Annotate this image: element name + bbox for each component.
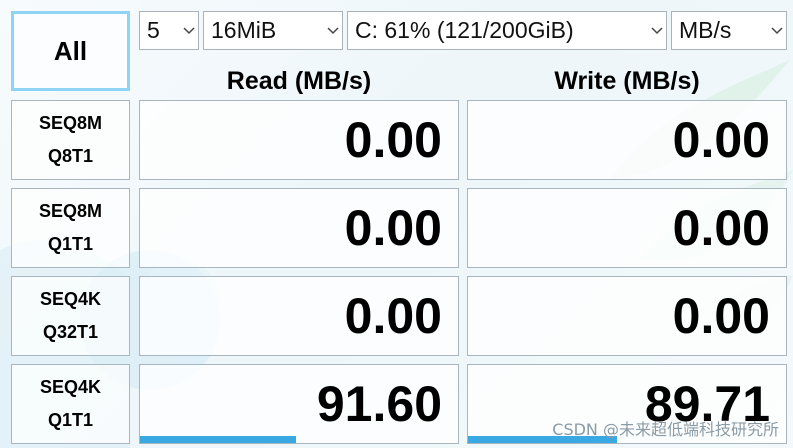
read-result-cell: 91.60 <box>139 364 459 444</box>
unit-value: MB/s <box>679 17 732 43</box>
write-result-value: 0.00 <box>672 200 770 256</box>
read-result-value: 0.00 <box>344 288 442 344</box>
read-result-cell: 0.00 <box>139 276 459 356</box>
test-label-line1: SEQ4K <box>39 377 102 397</box>
test-button-seq4k-q32t1[interactable]: SEQ4K Q32T1 <box>11 276 130 356</box>
write-result-cell: 0.00 <box>467 188 787 268</box>
write-result-value: 0.00 <box>672 288 770 344</box>
test-button-seq8m-q8t1[interactable]: SEQ8M Q8T1 <box>11 100 130 180</box>
test-label-line1: SEQ8M <box>38 201 103 221</box>
drive-value: C: 61% (121/200GiB) <box>355 17 574 43</box>
test-count-value: 5 <box>147 17 160 43</box>
write-result-value: 0.00 <box>672 112 770 168</box>
test-label-line2: Q8T1 <box>47 146 94 166</box>
chevron-down-icon <box>180 26 198 35</box>
test-button-seq8m-q1t1[interactable]: SEQ8M Q1T1 <box>11 188 130 268</box>
read-result-value: 91.60 <box>316 376 442 432</box>
test-label-line2: Q1T1 <box>47 234 94 254</box>
test-label-line2: Q32T1 <box>42 322 99 342</box>
chevron-down-icon <box>768 26 786 35</box>
write-result-cell: 0.00 <box>467 100 787 180</box>
write-result-cell: 0.00 <box>467 276 787 356</box>
write-header: Write (MB/s) <box>554 66 700 95</box>
test-count-select[interactable]: 5 <box>139 11 199 50</box>
chevron-down-icon <box>648 26 666 35</box>
read-result-cell: 0.00 <box>139 100 459 180</box>
read-result-cell: 0.00 <box>139 188 459 268</box>
test-label-line1: SEQ8M <box>38 113 103 133</box>
drive-select[interactable]: C: 61% (121/200GiB) <box>347 11 667 50</box>
read-result-value: 0.00 <box>344 112 442 168</box>
read-progress-bar <box>140 436 296 443</box>
test-label-line1: SEQ4K <box>39 289 102 309</box>
all-button[interactable]: All <box>11 11 130 91</box>
read-header: Read (MB/s) <box>226 66 372 95</box>
test-size-select[interactable]: 16MiB <box>203 11 343 50</box>
read-result-value: 0.00 <box>344 200 442 256</box>
chevron-down-icon <box>324 26 342 35</box>
watermark-text: CSDN @未来超低端科技研究所 <box>552 420 779 439</box>
test-label-line2: Q1T1 <box>47 410 94 430</box>
test-size-value: 16MiB <box>211 17 277 43</box>
unit-select[interactable]: MB/s <box>671 11 787 50</box>
test-button-seq4k-q1t1[interactable]: SEQ4K Q1T1 <box>11 364 130 444</box>
